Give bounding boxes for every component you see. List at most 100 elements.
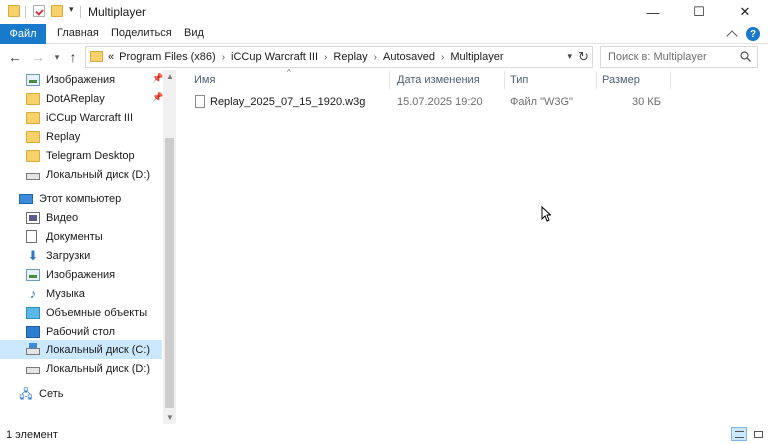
nav-item-label: Загрузки <box>46 249 91 262</box>
nav-item-label: Изображения <box>46 268 116 281</box>
tab-home[interactable]: Главная <box>57 27 99 39</box>
details-view-button[interactable] <box>731 427 747 441</box>
folder-icon <box>26 92 40 105</box>
computer-icon <box>19 193 33 204</box>
new-folder-icon[interactable] <box>51 5 63 17</box>
navigation-row: ← → ▾ ↑ « Program Files (x86) › iCCup Wa… <box>0 45 768 69</box>
large-icons-view-button[interactable] <box>750 427 766 441</box>
nav-item-documents[interactable]: Документы <box>26 227 162 246</box>
quick-access-dropdown-icon[interactable]: ▾ <box>69 4 74 15</box>
tab-file[interactable]: Файл <box>0 24 46 44</box>
properties-icon[interactable] <box>33 5 45 17</box>
desktop-icon <box>26 325 40 338</box>
table-row[interactable]: Replay_2025_07_15_1920.w3g 15.07.2025 19… <box>192 94 752 111</box>
nav-item-desktop[interactable]: Рабочий стол <box>26 322 162 341</box>
nav-item-this-pc[interactable]: Этот компьютер <box>19 189 162 208</box>
toolbar-divider <box>80 6 81 18</box>
details-view-icon <box>735 431 744 438</box>
close-button[interactable]: ✕ <box>722 0 768 24</box>
tab-share[interactable]: Поделиться <box>111 27 172 39</box>
chevron-right-icon[interactable]: › <box>374 52 377 63</box>
chevron-right-icon[interactable]: › <box>324 52 327 63</box>
large-icons-view-icon <box>754 431 763 438</box>
column-divider[interactable] <box>670 71 671 89</box>
help-icon[interactable]: ? <box>746 27 760 41</box>
search-input[interactable]: Поиск в: Multiplayer <box>608 51 707 63</box>
address-history-dropdown-icon[interactable]: ▾ <box>567 51 572 62</box>
drive-icon <box>26 173 40 180</box>
nav-item-dotareplay[interactable]: DotAReplay <box>26 89 162 108</box>
documents-icon <box>26 230 37 243</box>
status-bar: 1 элемент <box>0 424 768 444</box>
search-box[interactable]: Поиск в: Multiplayer <box>600 46 758 68</box>
chevron-right-icon[interactable]: › <box>441 52 444 63</box>
nav-item-label: DotAReplay <box>46 92 105 105</box>
column-divider[interactable] <box>504 71 505 89</box>
nav-item-label: Telegram Desktop <box>46 149 135 162</box>
nav-item-label: iCCup Warcraft III <box>46 111 133 124</box>
scroll-up-icon[interactable]: ▲ <box>166 72 174 81</box>
expand-ribbon-icon[interactable] <box>726 30 738 42</box>
column-header-size[interactable]: Размер <box>602 70 640 90</box>
nav-item-disk-c[interactable]: Локальный диск (C:) <box>0 340 162 359</box>
breadcrumb-program-files[interactable]: Program Files (x86) <box>119 51 216 63</box>
column-header-type[interactable]: Тип <box>510 70 528 90</box>
minimize-button[interactable]: — <box>630 0 676 24</box>
breadcrumb-multiplayer[interactable]: Multiplayer <box>450 51 503 63</box>
3d-objects-icon <box>26 306 40 319</box>
column-header-name[interactable]: Имя <box>194 70 215 90</box>
nav-item-label: Музыка <box>46 287 85 300</box>
file-size: 30 КБ <box>632 96 661 108</box>
nav-item-pictures[interactable]: Изображения <box>26 265 162 284</box>
tab-view[interactable]: Вид <box>184 27 204 39</box>
nav-item-label: Сеть <box>39 387 64 400</box>
address-bar[interactable]: « Program Files (x86) › iCCup Warcraft I… <box>85 46 593 68</box>
drive-icon <box>26 367 40 374</box>
nav-scrollbar[interactable]: ▲ ▼ <box>163 70 176 424</box>
pictures-icon <box>26 73 40 86</box>
nav-item-videos[interactable]: Видео <box>26 208 162 227</box>
nav-item-label: Локальный диск (C:) <box>46 343 151 356</box>
folder-icon <box>8 5 20 17</box>
breadcrumb-autosaved[interactable]: Autosaved <box>383 51 435 63</box>
nav-item-replay[interactable]: Replay <box>26 127 162 146</box>
maximize-button[interactable]: ☐ <box>676 0 722 24</box>
column-divider[interactable] <box>596 71 597 89</box>
videos-icon <box>26 211 40 224</box>
folder-icon <box>26 130 40 143</box>
window-title: Multiplayer <box>88 5 147 19</box>
nav-item-telegram[interactable]: Telegram Desktop <box>26 146 162 165</box>
scrollbar-thumb[interactable] <box>165 138 174 408</box>
ribbon-tabs: Файл Главная Поделиться Вид ? <box>0 24 768 44</box>
column-header-modified[interactable]: Дата изменения <box>397 70 480 90</box>
breadcrumb-overflow[interactable]: « <box>108 51 114 63</box>
folder-icon <box>26 149 40 162</box>
chevron-right-icon[interactable]: › <box>222 52 225 63</box>
nav-item-label: Видео <box>46 211 79 224</box>
up-button[interactable]: ↑ <box>64 48 82 66</box>
navigation-pane: Изображения 📌 DotAReplay 📌 iCCup Warcraf… <box>0 70 176 424</box>
nav-item-disk-d[interactable]: Локальный диск (D:) <box>26 359 162 378</box>
nav-item-pictures-quick[interactable]: Изображения <box>26 70 162 89</box>
breadcrumb-replay[interactable]: Replay <box>333 51 367 63</box>
system-drive-icon <box>26 343 40 355</box>
forward-button[interactable]: → <box>29 48 47 66</box>
refresh-icon[interactable]: ↻ <box>578 49 589 65</box>
nav-item-network[interactable]: 🖧 Сеть <box>19 384 162 403</box>
column-divider[interactable] <box>389 71 390 89</box>
nav-item-iccup[interactable]: iCCup Warcraft III <box>26 108 162 127</box>
file-list: ^ Имя Дата изменения Тип Размер Replay_2… <box>180 68 768 424</box>
scroll-down-icon[interactable]: ▼ <box>166 413 174 422</box>
file-icon <box>195 95 205 108</box>
pictures-icon <box>26 268 40 281</box>
title-bar: ▾ Multiplayer — ☐ ✕ <box>0 0 768 24</box>
nav-item-label: Рабочий стол <box>46 325 116 338</box>
breadcrumb-iccup[interactable]: iCCup Warcraft III <box>231 51 318 63</box>
back-button[interactable]: ← <box>6 48 24 66</box>
nav-item-music[interactable]: ♪ Музыка <box>26 284 162 303</box>
nav-item-disk-d-quick[interactable]: Локальный диск (D:) <box>26 165 162 184</box>
nav-item-downloads[interactable]: ⬇ Загрузки <box>26 246 162 265</box>
nav-item-3d-objects[interactable]: Объемные объекты <box>26 303 162 322</box>
nav-item-label: Этот компьютер <box>39 192 122 205</box>
nav-item-label: Локальный диск (D:) <box>46 168 151 181</box>
